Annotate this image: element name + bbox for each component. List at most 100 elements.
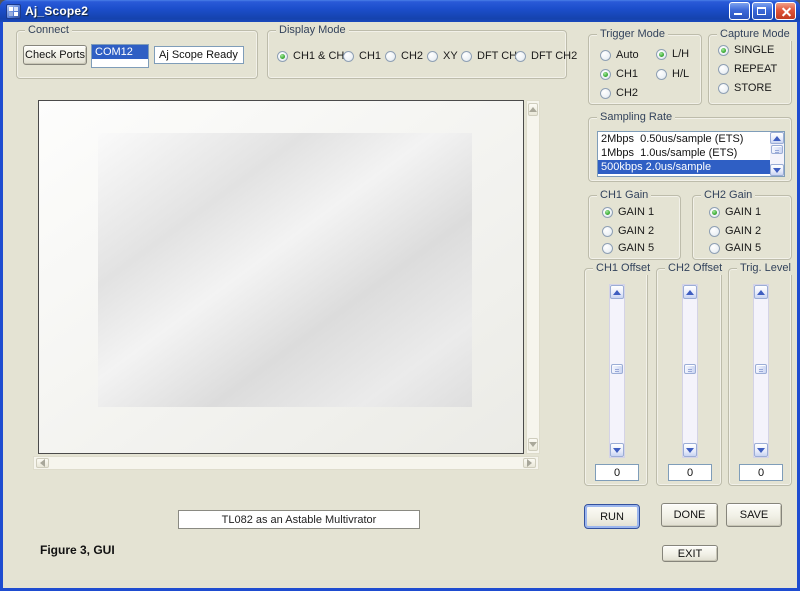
display-mode-group-label: Display Mode [276,24,349,37]
arrow-up-icon [686,290,694,295]
chart-scroll-left-button[interactable] [36,458,49,468]
trigger-radio-ch2[interactable]: CH2 [600,87,638,99]
save-button[interactable]: SAVE [726,503,782,527]
app-window: Aj_Scope2 Connect Check Ports COM12 Aj S… [0,0,800,591]
ch1-offset-group: CH1 Offset 0 [584,268,648,486]
capture-radio-repeat[interactable]: REPEAT [718,63,777,75]
display-mode-radio-xy[interactable]: XY [427,50,458,62]
radio-icon [718,83,729,94]
display-mode-radio-dftch2[interactable]: DFT CH2 [515,50,577,62]
minimize-button[interactable] [729,2,750,20]
slider-thumb[interactable] [684,364,696,374]
chart-scroll-up-button[interactable] [528,103,538,116]
run-button[interactable]: RUN [584,504,640,529]
minimize-icon [734,13,742,15]
check-ports-button[interactable]: Check Ports [23,45,87,65]
radio-icon [277,51,288,62]
trig-level-group: Trig. Level 0 [728,268,792,486]
chart-scroll-down-button[interactable] [528,438,538,451]
radio-icon [602,226,613,237]
slider-up-button[interactable] [683,285,697,299]
ch1-offset-value[interactable]: 0 [595,464,639,481]
sampling-rate-listbox[interactable]: 2Mbps 0.50us/sample (ETS) 1Mbps 1.0us/sa… [597,131,785,177]
arrow-up-icon [613,290,621,295]
maximize-button[interactable] [752,2,773,20]
sampling-rate-scrollbar[interactable] [770,132,784,176]
radio-icon [515,51,526,62]
radio-icon [600,88,611,99]
client-area: Connect Check Ports COM12 Aj Scope Ready… [3,22,797,588]
slider-down-button[interactable] [610,443,624,457]
display-mode-radio-ch1ch2[interactable]: CH1 & CH2 [277,50,350,62]
ch1-gain-group-label: CH1 Gain [597,189,651,202]
chart-hscrollbar[interactable] [33,456,539,470]
display-mode-radio-ch2[interactable]: CH2 [385,50,423,62]
ch2-offset-value[interactable]: 0 [668,464,712,481]
ch2-gain-radio-2[interactable]: GAIN 2 [709,225,761,237]
slider-up-button[interactable] [610,285,624,299]
sampling-rate-item[interactable]: 500kbps 2.0us/sample [598,160,770,174]
trigger-radio-hl[interactable]: H/L [656,68,689,80]
display-mode-radio-ch1[interactable]: CH1 [343,50,381,62]
chart-scroll-right-button[interactable] [523,458,536,468]
ch2-offset-group: CH2 Offset 0 [656,268,722,486]
trig-level-value[interactable]: 0 [739,464,783,481]
maximize-icon [757,7,766,15]
ch1-gain-radio-2[interactable]: GAIN 2 [602,225,654,237]
ch1-gain-radio-1[interactable]: GAIN 1 [602,206,654,218]
ch1-offset-slider[interactable] [609,284,625,458]
trigger-radio-ch1[interactable]: CH1 [600,68,638,80]
radio-icon [343,51,354,62]
arrow-up-icon [529,107,537,112]
capture-mode-group: Capture Mode SINGLE REPEAT STORE [708,34,792,105]
slider-down-button[interactable] [754,443,768,457]
capture-radio-single[interactable]: SINGLE [718,44,774,56]
slider-thumb[interactable] [755,364,767,374]
sampling-rate-item[interactable]: 1Mbps 1.0us/sample (ETS) [598,146,770,160]
ch1-gain-radio-5[interactable]: GAIN 5 [602,242,654,254]
arrow-down-icon [529,442,537,447]
radio-icon [718,64,729,75]
sampling-rate-group-label: Sampling Rate [597,111,675,124]
trigger-mode-group: Trigger Mode Auto CH1 CH2 L/H H/L [588,34,702,105]
slider-down-button[interactable] [683,443,697,457]
chart-caption-textbox[interactable]: TL082 as an Astable Multivrator [178,510,420,529]
scroll-down-button[interactable] [770,164,784,176]
arrow-up-icon [773,136,781,141]
ch1-gain-group: CH1 Gain GAIN 1 GAIN 2 GAIN 5 [588,195,681,260]
arrow-left-icon [40,459,45,467]
arrow-down-icon [757,448,765,453]
sampling-rate-group: Sampling Rate 2Mbps 0.50us/sample (ETS) … [588,117,792,182]
slider-thumb[interactable] [611,364,623,374]
arrow-down-icon [686,448,694,453]
close-button[interactable] [775,2,796,20]
trig-level-label: Trig. Level [737,262,794,275]
radio-icon [709,243,720,254]
scroll-up-button[interactable] [770,132,784,144]
status-textbox[interactable]: Aj Scope Ready [154,46,244,64]
chart-vscrollbar[interactable] [526,100,540,454]
radio-icon [656,49,667,60]
radio-icon [656,69,667,80]
ch2-gain-radio-1[interactable]: GAIN 1 [709,206,761,218]
trigger-radio-auto[interactable]: Auto [600,49,639,61]
ch2-gain-radio-5[interactable]: GAIN 5 [709,242,761,254]
done-button[interactable]: DONE [661,503,718,527]
radio-icon [427,51,438,62]
trig-level-slider[interactable] [753,284,769,458]
slider-up-button[interactable] [754,285,768,299]
radio-icon [709,207,720,218]
scroll-thumb[interactable] [771,145,783,154]
radio-icon [600,69,611,80]
ch2-offset-slider[interactable] [682,284,698,458]
com-port-listbox[interactable]: COM12 [91,44,149,68]
sampling-rate-item[interactable]: 2Mbps 0.50us/sample (ETS) [598,132,770,146]
chart-panel [38,100,524,454]
trigger-radio-lh[interactable]: L/H [656,48,689,60]
display-mode-radio-dftch1[interactable]: DFT CH1 [461,50,523,62]
capture-radio-store[interactable]: STORE [718,82,772,94]
com-port-item[interactable]: COM12 [92,45,148,59]
radio-icon [602,207,613,218]
exit-button[interactable]: EXIT [662,545,718,562]
figure-label: Figure 3, GUI [40,543,115,557]
